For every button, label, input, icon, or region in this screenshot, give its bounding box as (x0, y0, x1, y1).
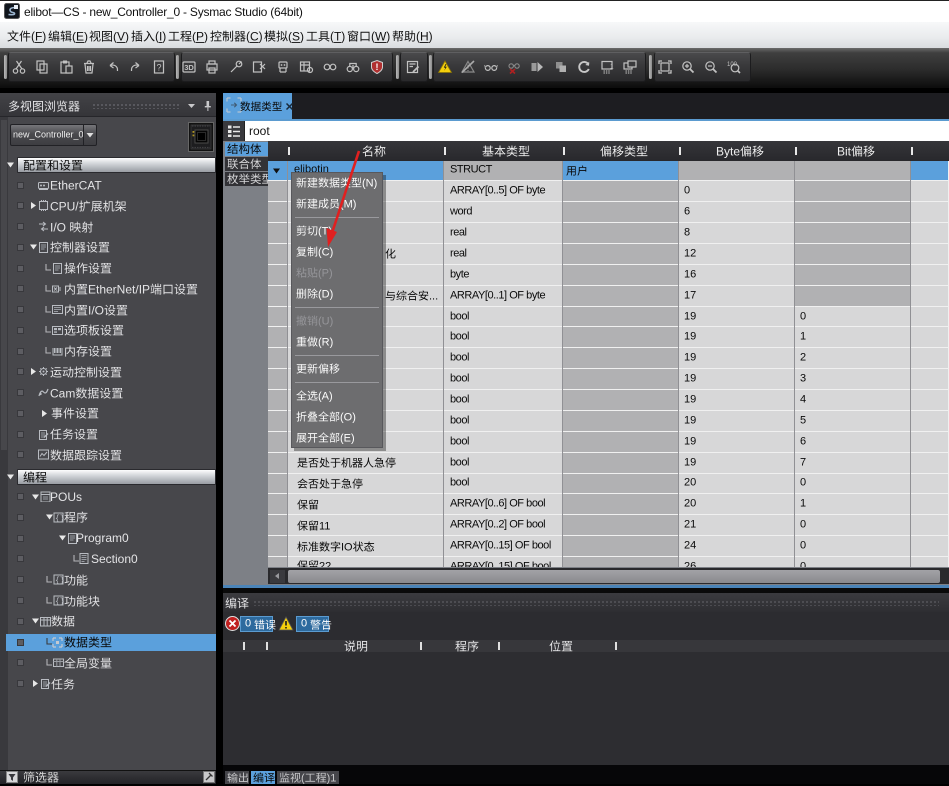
svg-text:{}: {} (55, 598, 64, 607)
svg-text:I/O: I/O (88, 303, 104, 317)
svg-text:1: 1 (610, 64, 614, 71)
svg-text:IO: IO (341, 541, 353, 553)
svg-text:(A): (A) (317, 391, 332, 403)
svg-text:Bit: Bit (837, 144, 852, 158)
svg-text:)1: )1 (327, 773, 337, 785)
svg-text:(P): (P) (317, 268, 332, 280)
svg-text:(H): (H) (416, 29, 433, 43)
svg-text:...: ... (429, 291, 438, 303)
svg-text:(F): (F) (30, 29, 45, 43)
svg-text:CPU/: CPU/ (50, 199, 79, 213)
svg-text:EtherCAT: EtherCAT (50, 179, 102, 193)
svg-text:11: 11 (319, 520, 330, 532)
svg-text:(: ( (301, 773, 305, 785)
svg-text:(O): (O) (339, 412, 355, 424)
svg-text:(T): (T) (330, 29, 345, 43)
svg-text:I/O: I/O (50, 220, 66, 234)
svg-text:(S): (S) (288, 29, 304, 43)
svg-text:(P): (P) (192, 29, 208, 43)
svg-text:(U): (U) (317, 316, 332, 328)
svg-text:(E): (E) (339, 433, 354, 445)
svg-text:(V): (V) (113, 29, 129, 43)
svg-text:EtherNet/IP: EtherNet/IP (88, 282, 150, 296)
svg-text:(R): (R) (317, 337, 332, 349)
svg-text:!: ! (375, 62, 378, 72)
svg-text:(E): (E) (72, 29, 88, 43)
svg-text:Byte: Byte (716, 144, 740, 158)
svg-text:3D: 3D (184, 63, 194, 72)
svg-text:{}: {} (55, 577, 64, 586)
svg-text:(C): (C) (246, 29, 263, 43)
svg-text:(D): (D) (317, 289, 332, 301)
svg-text:Cam: Cam (50, 386, 75, 400)
svg-text:(W): (W) (371, 29, 390, 43)
svg-text:?: ? (157, 63, 162, 73)
svg-text:(I): (I) (155, 29, 166, 43)
